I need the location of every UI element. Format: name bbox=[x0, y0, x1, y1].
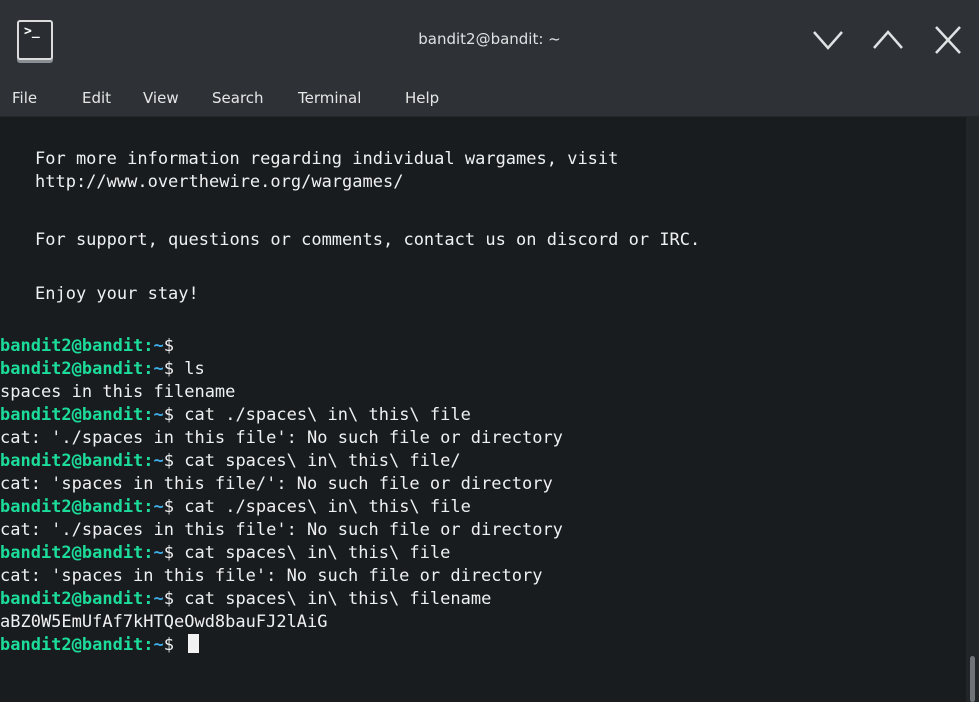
terminal-window: >_ bandit2@bandit: ~ File Edit View Sear… bbox=[0, 0, 979, 702]
command-line: bandit2@bandit:~$ ls bbox=[0, 358, 205, 381]
command-line: bandit2@bandit:~$ bbox=[0, 634, 200, 657]
prompt-path: ~ bbox=[153, 543, 164, 563]
prompt-user: bandit2@bandit: bbox=[0, 359, 154, 379]
prompt-symbol: $ bbox=[163, 543, 175, 563]
prompt-user: bandit2@bandit: bbox=[0, 589, 154, 609]
command-text bbox=[174, 635, 184, 655]
motd-line: http://www.overthewire.org/wargames/ bbox=[35, 172, 404, 192]
output-line: cat: 'spaces in this file/': No such fil… bbox=[0, 474, 553, 494]
prompt-path: ~ bbox=[153, 635, 164, 655]
menu-view[interactable]: View bbox=[143, 89, 179, 107]
command-text: cat spaces\ in\ this\ filename bbox=[174, 589, 492, 609]
menu-terminal[interactable]: Terminal bbox=[298, 89, 361, 107]
prompt-path: ~ bbox=[153, 359, 164, 379]
minimize-icon bbox=[813, 31, 843, 50]
prompt-user: bandit2@bandit: bbox=[0, 497, 154, 517]
command-line: bandit2@bandit:~$ cat spaces\ in\ this\ … bbox=[0, 542, 450, 565]
maximize-button[interactable] bbox=[868, 22, 908, 58]
minimize-button[interactable] bbox=[808, 22, 848, 58]
close-icon bbox=[935, 26, 961, 54]
command-line: bandit2@bandit:~$ cat ./spaces\ in\ this… bbox=[0, 496, 471, 519]
prompt-symbol: $ bbox=[163, 635, 175, 655]
menu-search[interactable]: Search bbox=[212, 89, 264, 107]
command-text: cat spaces\ in\ this\ file/ bbox=[174, 451, 461, 471]
menu-bar: File Edit View Search Terminal Help bbox=[0, 80, 979, 117]
prompt-symbol: $ bbox=[163, 359, 175, 379]
command-line: bandit2@bandit:~$ cat ./spaces\ in\ this… bbox=[0, 404, 471, 427]
prompt-symbol: $ bbox=[163, 589, 175, 609]
prompt-path: ~ bbox=[153, 336, 164, 356]
prompt-path: ~ bbox=[153, 497, 164, 517]
menu-file[interactable]: File bbox=[12, 89, 37, 107]
output-line: aBZ0W5EmUfAf7kHTQeOwd8bauFJ2lAiG bbox=[0, 612, 328, 632]
output-line: spaces in this filename bbox=[0, 382, 236, 402]
prompt-symbol: $ bbox=[163, 497, 175, 517]
terminal-output[interactable]: For more information regarding individua… bbox=[0, 117, 966, 702]
maximize-icon bbox=[873, 30, 903, 49]
close-button[interactable] bbox=[928, 22, 968, 58]
prompt-symbol: $ bbox=[163, 336, 175, 356]
prompt-user: bandit2@bandit: bbox=[0, 635, 154, 655]
command-text: cat ./spaces\ in\ this\ file bbox=[174, 405, 471, 425]
motd-line: Enjoy your stay! bbox=[35, 284, 199, 304]
menu-help[interactable]: Help bbox=[405, 89, 439, 107]
command-text: cat spaces\ in\ this\ file bbox=[174, 543, 451, 563]
command-text: ls bbox=[174, 359, 205, 379]
output-line: cat: './spaces in this file': No such fi… bbox=[0, 428, 563, 448]
prompt-user: bandit2@bandit: bbox=[0, 543, 154, 563]
prompt-path: ~ bbox=[153, 405, 164, 425]
output-line: cat: 'spaces in this file': No such file… bbox=[0, 566, 543, 586]
text-cursor bbox=[188, 634, 200, 653]
motd-line: For support, questions or comments, cont… bbox=[35, 230, 701, 250]
title-bar[interactable]: >_ bandit2@bandit: ~ bbox=[0, 0, 979, 80]
output-line: cat: './spaces in this file': No such fi… bbox=[0, 520, 563, 540]
command-line: bandit2@bandit:~$ cat spaces\ in\ this\ … bbox=[0, 450, 461, 473]
menu-edit[interactable]: Edit bbox=[82, 89, 111, 107]
scrollbar[interactable] bbox=[966, 117, 979, 702]
prompt-user: bandit2@bandit: bbox=[0, 451, 154, 471]
command-text: cat ./spaces\ in\ this\ file bbox=[174, 497, 471, 517]
prompt-symbol: $ bbox=[163, 451, 175, 471]
prompt-path: ~ bbox=[153, 451, 164, 471]
command-line: bandit2@bandit:~$ cat spaces\ in\ this\ … bbox=[0, 588, 491, 611]
prompt-symbol: $ bbox=[163, 405, 175, 425]
command-line: bandit2@bandit:~$ bbox=[0, 335, 174, 358]
prompt-user: bandit2@bandit: bbox=[0, 405, 154, 425]
motd-line: For more information regarding individua… bbox=[35, 149, 619, 169]
scrollbar-thumb[interactable] bbox=[970, 656, 975, 702]
prompt-path: ~ bbox=[153, 589, 164, 609]
prompt-user: bandit2@bandit: bbox=[0, 336, 154, 356]
